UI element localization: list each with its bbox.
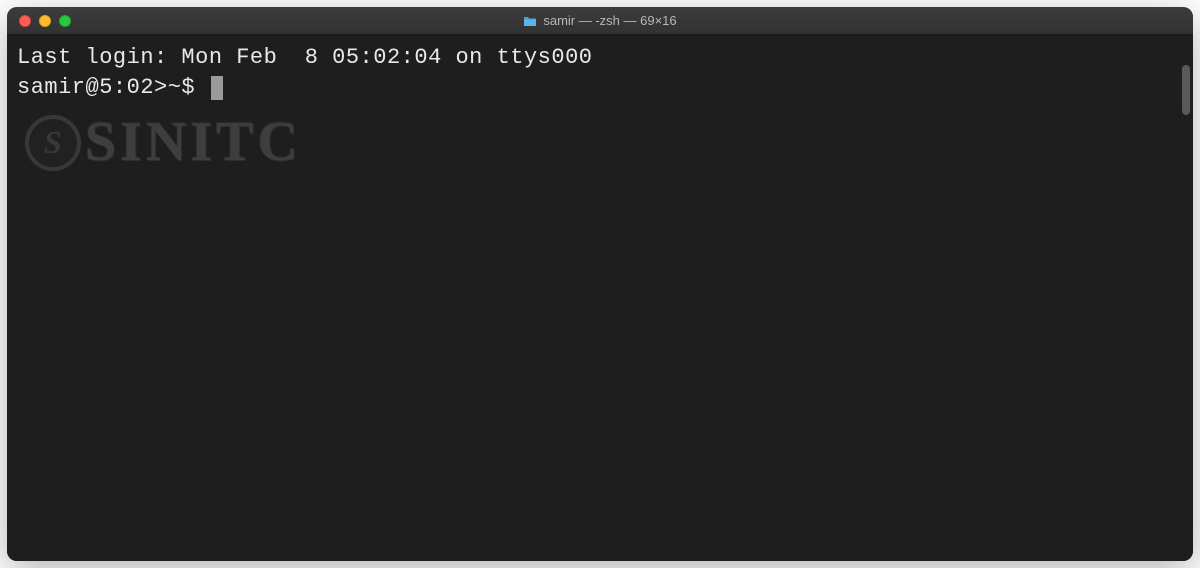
watermark-logo-icon: S [25, 115, 81, 171]
watermark-logo-letter: S [44, 121, 62, 164]
title-bar[interactable]: samir — -zsh — 69×16 [7, 7, 1193, 35]
watermark-text: SINITC [85, 105, 302, 181]
minimize-button[interactable] [39, 15, 51, 27]
window-title: samir — -zsh — 69×16 [543, 13, 676, 28]
terminal-body[interactable]: Last login: Mon Feb 8 05:02:04 on ttys00… [7, 35, 1193, 561]
folder-icon [523, 15, 537, 26]
last-login-line: Last login: Mon Feb 8 05:02:04 on ttys00… [17, 43, 1183, 73]
terminal-window: samir — -zsh — 69×16 Last login: Mon Feb… [7, 7, 1193, 561]
scrollbar[interactable] [1182, 65, 1190, 115]
maximize-button[interactable] [59, 15, 71, 27]
prompt-line: samir@5:02>~$ [17, 73, 1183, 103]
traffic-lights [7, 15, 71, 27]
cursor [211, 76, 223, 100]
close-button[interactable] [19, 15, 31, 27]
window-title-group: samir — -zsh — 69×16 [523, 13, 676, 28]
watermark: S SINITC [25, 105, 302, 181]
prompt-text: samir@5:02>~$ [17, 73, 209, 103]
